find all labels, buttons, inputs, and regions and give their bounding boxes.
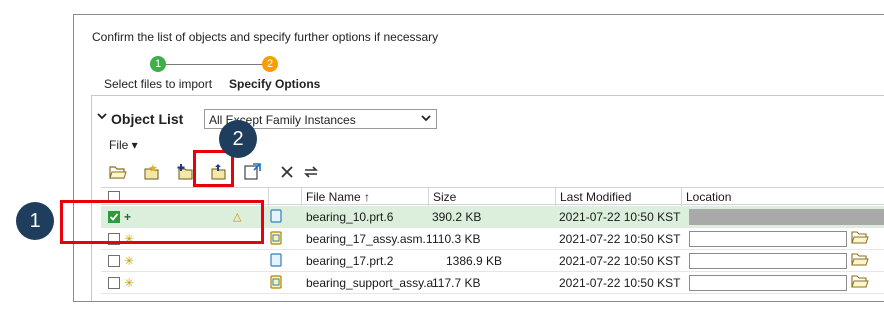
remove-icon[interactable] bbox=[278, 163, 296, 181]
assembly-file-icon bbox=[269, 231, 283, 248]
location-field[interactable] bbox=[689, 231, 847, 247]
file-name: bearing_17_assy.asm.1 bbox=[306, 232, 433, 246]
file-size: 390.2 KB bbox=[432, 210, 482, 224]
highlight-box-row bbox=[60, 200, 264, 244]
table-row[interactable]: ✳ bearing_support_assy.a 117.7 KB 2021-0… bbox=[101, 272, 884, 294]
new-object-icon[interactable] bbox=[143, 163, 161, 181]
file-size: 110.3 KB bbox=[432, 232, 481, 246]
file-name-column-header[interactable]: File Name ↑ bbox=[301, 188, 428, 206]
location-column-header[interactable]: Location bbox=[681, 188, 884, 206]
browse-folder-icon[interactable] bbox=[851, 230, 869, 248]
file-name: bearing_17.prt.2 bbox=[306, 254, 394, 268]
step-1-label[interactable]: Select files to import bbox=[104, 77, 212, 91]
new-object-status-icon: ✳ bbox=[124, 254, 135, 268]
last-modified: 2021-07-22 10:50 KST bbox=[559, 232, 681, 246]
assembly-file-icon bbox=[269, 275, 283, 292]
instruction-text: Confirm the list of objects and specify … bbox=[92, 30, 439, 44]
new-object-status-icon: ✳ bbox=[124, 276, 135, 290]
last-modified: 2021-07-22 10:50 KST bbox=[559, 254, 681, 268]
file-name: bearing_support_assy.a bbox=[306, 276, 434, 290]
last-modified: 2021-07-22 10:50 KST bbox=[559, 276, 681, 290]
collapse-chevron-icon[interactable] bbox=[96, 110, 108, 125]
size-column-header[interactable]: Size bbox=[428, 188, 555, 206]
file-size: 1386.9 KB bbox=[446, 254, 503, 268]
folder-open-icon[interactable] bbox=[109, 163, 127, 181]
step-2-indicator[interactable]: 2 bbox=[262, 56, 278, 72]
callout-1: 1 bbox=[16, 202, 54, 240]
chevron-down-icon bbox=[420, 112, 432, 127]
file-menu[interactable]: File ▾ bbox=[109, 138, 138, 152]
location-field[interactable] bbox=[689, 209, 884, 225]
part-file-icon bbox=[269, 253, 283, 270]
last-modified-column-header[interactable]: Last Modified bbox=[555, 188, 681, 206]
callout-2: 2 bbox=[219, 120, 257, 158]
export-object-icon[interactable] bbox=[243, 163, 261, 181]
browse-folder-icon[interactable] bbox=[851, 252, 869, 270]
swap-icon[interactable] bbox=[302, 163, 320, 181]
location-field[interactable] bbox=[689, 275, 847, 291]
step-2-label: Specify Options bbox=[229, 77, 321, 91]
step-1-indicator[interactable]: 1 bbox=[150, 56, 166, 72]
location-field[interactable] bbox=[689, 253, 847, 269]
row-checkbox[interactable] bbox=[108, 255, 120, 267]
file-name: bearing_10.prt.6 bbox=[306, 210, 394, 224]
last-modified: 2021-07-22 10:50 KST bbox=[559, 210, 681, 224]
browse-folder-icon[interactable] bbox=[851, 274, 869, 292]
step-connector bbox=[166, 64, 262, 65]
object-list-title: Object List bbox=[111, 111, 184, 127]
type-column-header bbox=[268, 188, 296, 206]
row-checkbox[interactable] bbox=[108, 277, 120, 289]
file-size: 117.7 KB bbox=[432, 276, 481, 290]
table-row[interactable]: ✳ bearing_17.prt.2 1386.9 KB 2021-07-22 … bbox=[101, 250, 884, 272]
part-file-icon bbox=[269, 209, 283, 226]
